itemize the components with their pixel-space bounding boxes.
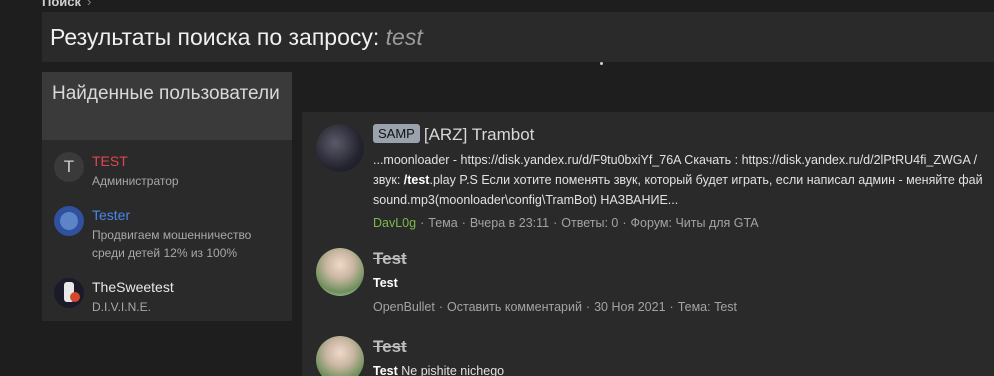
snippet-text: звук: bbox=[373, 173, 404, 187]
result-meta: OpenBullet · Оставить комментарий · 30 Ноя 2… bbox=[373, 300, 737, 314]
user-item-tester[interactable]: Tester Продвигаем мошенничество среди де… bbox=[54, 206, 282, 262]
avatar[interactable] bbox=[316, 336, 364, 376]
user-title: Администратор bbox=[92, 174, 179, 188]
result-title-text[interactable]: Test bbox=[373, 337, 407, 356]
avatar-letter: T bbox=[63, 157, 75, 176]
search-results-list: SAMP [ARZ] Trambot ...moonloader - https:… bbox=[302, 112, 994, 376]
found-users-heading: Найденные пользователи bbox=[42, 72, 292, 140]
timestamp[interactable]: Вчера в 23:11 bbox=[470, 216, 549, 230]
user-item-test[interactable]: T TEST Администратор bbox=[54, 152, 282, 190]
prefix-badge[interactable]: SAMP bbox=[373, 124, 420, 143]
snippet-line: sound.mp3(moonloader\config\TramBot) НАЗ… bbox=[373, 193, 679, 207]
found-users-panel: Найденные пользователи T TEST Администра… bbox=[42, 72, 292, 321]
result-snippet: Test bbox=[373, 274, 994, 292]
result-meta: DavL0g · Тема · Вчера в 23:11 · Ответы: 0 · Фору… bbox=[373, 216, 759, 230]
content-type: Оставить комментарий bbox=[447, 300, 582, 314]
snippet-highlight: /test bbox=[403, 173, 430, 187]
author-link[interactable]: DavL0g bbox=[373, 216, 416, 230]
search-query: test bbox=[385, 24, 423, 50]
page-title-bar: Результаты поиска по запросу: test bbox=[42, 12, 994, 62]
snippet-line: звук: /test.play P.S Если хотите поменят… bbox=[373, 170, 994, 190]
snippet-text: .play P.S Если хотите поменять звук, кот… bbox=[429, 173, 983, 187]
result-title-text[interactable]: [ARZ] Trambot bbox=[424, 125, 535, 144]
thread-link[interactable]: Тема: Test bbox=[678, 300, 737, 314]
user-name[interactable]: TheSweetest bbox=[92, 278, 282, 296]
snippet-line: ...moonloader - https://disk.yandex.ru/d… bbox=[373, 153, 978, 167]
breadcrumb-search[interactable]: Поиск bbox=[42, 0, 81, 9]
result-snippet: ...moonloader - https://disk.yandex.ru/d… bbox=[373, 150, 994, 210]
snippet-text: Ne pishite nichego bbox=[397, 364, 505, 376]
avatar[interactable] bbox=[316, 248, 364, 296]
page-title: Результаты поиска по запросу: test bbox=[42, 12, 994, 62]
user-title: Продвигаем мошенничество среди детей 12%… bbox=[92, 228, 252, 260]
avatar[interactable] bbox=[316, 124, 364, 172]
timestamp[interactable]: 30 Ноя 2021 bbox=[594, 300, 665, 314]
reply-count: Ответы: 0 bbox=[561, 216, 619, 230]
result-title[interactable]: SAMP [ARZ] Trambot bbox=[373, 124, 994, 146]
page-title-prefix: Результаты поиска по запросу: bbox=[50, 24, 380, 50]
user-name[interactable]: TEST bbox=[92, 152, 282, 170]
result-snippet: Test Ne pishite nichego bbox=[373, 362, 994, 376]
chevron-right-icon: › bbox=[87, 0, 92, 9]
snippet-highlight: Test bbox=[373, 364, 398, 376]
avatar[interactable] bbox=[54, 278, 84, 308]
decorative-dot bbox=[600, 62, 603, 65]
result-title-text[interactable]: Test bbox=[373, 249, 407, 268]
author-link[interactable]: OpenBullet bbox=[373, 300, 435, 314]
avatar[interactable]: T bbox=[54, 152, 84, 182]
result-title[interactable]: Test bbox=[373, 336, 994, 358]
content-type: Тема bbox=[428, 216, 458, 230]
breadcrumb[interactable]: Поиск › bbox=[42, 0, 91, 9]
avatar[interactable] bbox=[54, 206, 84, 236]
user-item-thesweetest[interactable]: TheSweetest D.I.V.I.N.E. bbox=[54, 278, 282, 316]
forum-link[interactable]: Форум: Читы для GTA bbox=[631, 216, 759, 230]
result-title[interactable]: Test bbox=[373, 248, 994, 270]
user-name[interactable]: Tester bbox=[92, 206, 282, 224]
snippet-highlight: Test bbox=[373, 276, 398, 290]
search-results-page: Поиск › Результаты поиска по запросу: tes… bbox=[0, 0, 994, 376]
user-title: D.I.V.I.N.E. bbox=[92, 300, 151, 314]
